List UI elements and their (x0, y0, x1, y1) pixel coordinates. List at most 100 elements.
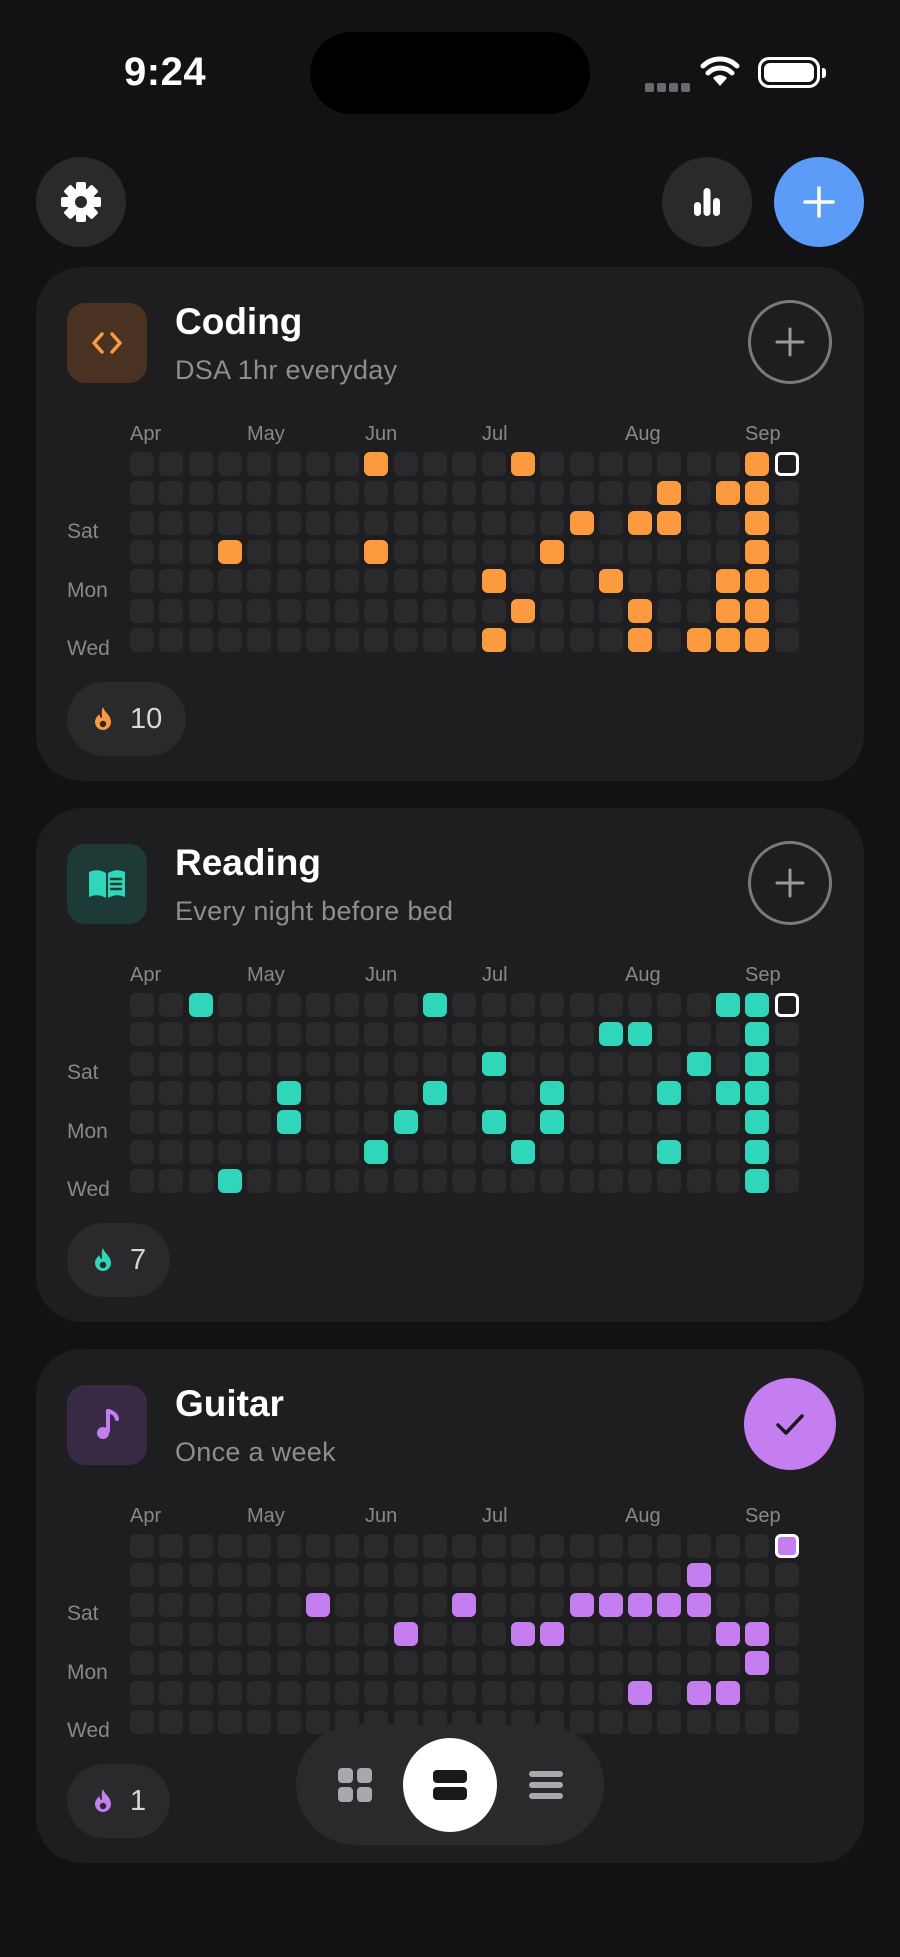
activity-heatmap (130, 993, 810, 1193)
heatmap-cell (247, 481, 271, 505)
heatmap-cell (364, 1563, 388, 1587)
heatmap-cell (511, 1022, 535, 1046)
heatmap-cell-done (482, 1110, 506, 1134)
heatmap-cell (540, 452, 564, 476)
heatmap-cell (775, 1081, 799, 1105)
heatmap-cell (335, 628, 359, 652)
month-label: Sep (745, 423, 781, 445)
heatmap-cell (189, 1022, 213, 1046)
cellular-signal-icon (645, 79, 693, 97)
heatmap-cell-done (687, 1052, 711, 1076)
heatmap-cell (599, 1622, 623, 1646)
heatmap-cell (570, 1681, 594, 1705)
heatmap-cell-done (599, 1022, 623, 1046)
heatmap-cell (277, 1169, 301, 1193)
heatmap-cell (423, 599, 447, 623)
heatmap-cell (482, 511, 506, 535)
grid-view-button[interactable] (331, 1761, 379, 1809)
heatmap-cell (511, 1651, 535, 1675)
stats-button[interactable] (662, 157, 752, 247)
heatmap-cell (364, 1534, 388, 1558)
heatmap-cell (218, 1534, 242, 1558)
heatmap-cell (657, 1052, 681, 1076)
heatmap-cell (687, 1651, 711, 1675)
heatmap-cell (511, 1563, 535, 1587)
heatmap-cell-done (540, 540, 564, 564)
heatmap-cell (482, 993, 506, 1017)
heatmap-cell (687, 1710, 711, 1734)
heatmap-cell (687, 1140, 711, 1164)
habit-card-reading[interactable]: Reading Every night before bed Apr May Jun Ju… (36, 808, 864, 1322)
heatmap-cell (511, 569, 535, 593)
heatmap-cell (511, 628, 535, 652)
heatmap-cell-done (745, 1110, 769, 1134)
habit-title: Reading (175, 842, 321, 883)
heatmap-cell (452, 1140, 476, 1164)
heatmap-cell (218, 1593, 242, 1617)
heatmap-cell-done (277, 1110, 301, 1134)
heatmap-cell (423, 1534, 447, 1558)
mark-done-button[interactable] (744, 1378, 836, 1470)
log-habit-button[interactable] (748, 300, 832, 384)
heatmap-cell (159, 1140, 183, 1164)
heatmap-cell (306, 1710, 330, 1734)
heatmap-cell (277, 628, 301, 652)
heatmap-cell (687, 599, 711, 623)
heatmap-cell-done (657, 1593, 681, 1617)
month-label: Jul (482, 1505, 508, 1527)
heatmap-cell-done (745, 628, 769, 652)
heatmap-cell (511, 540, 535, 564)
heatmap-cell (394, 628, 418, 652)
wifi-icon (700, 56, 740, 93)
add-habit-button[interactable] (774, 157, 864, 247)
heatmap-cell (189, 540, 213, 564)
heatmap-cell (335, 540, 359, 564)
weekday-label: Mon (67, 1661, 108, 1684)
heatmap-cell (452, 1052, 476, 1076)
heatmap-cell-done (540, 1622, 564, 1646)
heatmap-cell-done (745, 452, 769, 476)
heatmap-cell (306, 511, 330, 535)
heatmap-cell (394, 511, 418, 535)
heatmap-cell-done (511, 1140, 535, 1164)
heatmap-cell (189, 569, 213, 593)
heatmap-cell (247, 540, 271, 564)
heatmap-cell (775, 1140, 799, 1164)
heatmap-cell (423, 540, 447, 564)
settings-button[interactable] (36, 157, 126, 247)
card-view-button[interactable] (403, 1738, 497, 1832)
heatmap-cell (511, 1593, 535, 1617)
heatmap-cell (306, 599, 330, 623)
heatmap-cell (540, 1140, 564, 1164)
heatmap-cell (130, 1140, 154, 1164)
month-label: Jun (365, 1505, 398, 1527)
heatmap-cell (364, 1622, 388, 1646)
heatmap-cell (570, 481, 594, 505)
heatmap-cell (277, 452, 301, 476)
heatmap-cell (335, 1140, 359, 1164)
heatmap-cell (189, 1169, 213, 1193)
heatmap-cell (247, 1651, 271, 1675)
music-note-icon (67, 1385, 147, 1465)
heatmap-cell (716, 1052, 740, 1076)
habit-card-coding[interactable]: Coding DSA 1hr everyday Apr May Jun Jul Aug Sep… (36, 267, 864, 781)
heatmap-cell (775, 481, 799, 505)
heatmap-cell-done (394, 1110, 418, 1134)
heatmap-cell (306, 1622, 330, 1646)
heatmap-cell (482, 1622, 506, 1646)
heatmap-cell (218, 1110, 242, 1134)
heatmap-cell (394, 1651, 418, 1675)
habit-subtitle: DSA 1hr everyday (175, 355, 398, 385)
heatmap-cell (599, 1681, 623, 1705)
heatmap-cell (452, 1081, 476, 1105)
heatmap-cell (452, 481, 476, 505)
heatmap-cell (628, 1081, 652, 1105)
list-view-button[interactable] (522, 1761, 570, 1809)
heatmap-cell (247, 1169, 271, 1193)
heatmap-cell (247, 1140, 271, 1164)
heatmap-cell (482, 1140, 506, 1164)
heatmap-cell (775, 1169, 799, 1193)
log-habit-button[interactable] (748, 841, 832, 925)
heatmap-cell (482, 1593, 506, 1617)
heatmap-cell (189, 1534, 213, 1558)
